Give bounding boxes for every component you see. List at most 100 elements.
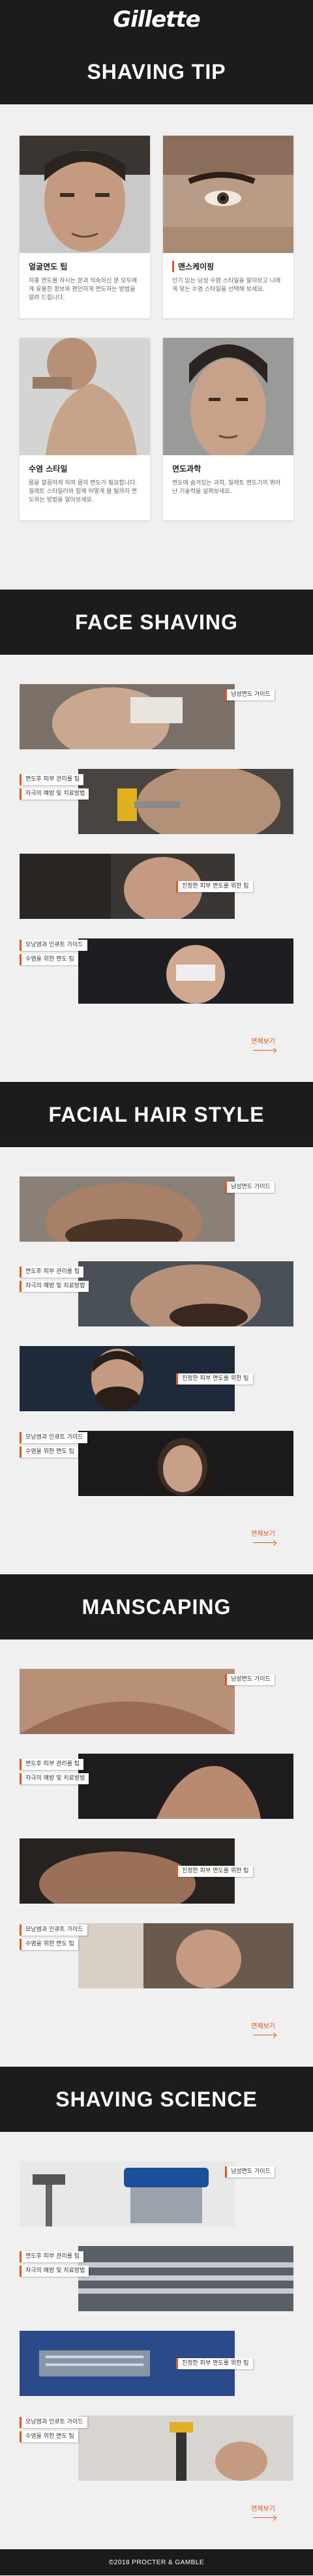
section-title: SHAVING TIP (87, 59, 226, 83)
tip-desc: 차홍 면도를 하시는 분과 익숙하신 분 모두에게 유용한 정보와 편안하게 면… (29, 278, 138, 301)
video-label: 면도후 피부 관리를 팁 (20, 774, 84, 785)
section-title: FACE SHAVING (75, 610, 238, 634)
video-thumbnail (78, 2246, 293, 2311)
video-thumbnail (78, 1261, 293, 1326)
tip-body: 수염 스타일 몸을 깔끔하게 하며 몸의 면도가 필요합니다. 질레트 스타일러… (20, 455, 150, 513)
video-item[interactable]: 진정한 피부 면도를 위한 팁 (0, 1346, 313, 1431)
man-portrait-image (163, 338, 293, 455)
shaving-arm-image (78, 1923, 293, 1988)
video-item[interactable]: 모낭염과 인큐트 가이드 수염을 위한 면도 팁 (0, 2416, 313, 2500)
arrow-right-icon (271, 1540, 277, 1546)
video-sublabel: 자극의 예방 및 치료방법 (20, 2266, 89, 2277)
video-item[interactable]: 진정한 피부 면도를 위한 팁 (0, 2331, 313, 2416)
arrow-right-icon (271, 1047, 277, 1054)
video-sublabel: 자극의 예방 및 치료방법 (20, 1773, 89, 1784)
razor-shaving-image (78, 769, 293, 834)
video-item[interactable]: 모낭염과 인큐트 가이드 수염을 위한 면도 팁 (0, 1923, 313, 2008)
video-sublabel: 수염을 위한 면도 팁 (20, 2431, 78, 2442)
video-item[interactable]: 면도후 피부 관리를 팁 자극의 예방 및 치료방법 (0, 769, 313, 854)
video-item[interactable]: 면도후 피부 관리를 팁 자극의 예방 및 치료방법 (0, 1261, 313, 1346)
chest-hair-image (20, 1669, 235, 1734)
video-item[interactable]: 모낭염과 인큐트 가이드 수염을 위한 면도 팁 (0, 1431, 313, 1516)
tip-body: 면도과학 면도에 숨겨있는 과학, 질레트 면도기의 뛰어난 기술력을 살펴보세… (163, 455, 293, 504)
tip-body: 얼굴면도 팁 차홍 면도를 하시는 분과 익숙하신 분 모두에게 유용한 정보와… (20, 253, 150, 310)
video-sublabel: 수염을 위한 면도 팁 (20, 1446, 78, 1458)
tip-desc: 면도에 숨겨있는 과학, 질레트 면도기의 뛰어난 기술력을 살펴보세요. (172, 480, 281, 495)
video-sublabel: 자극의 예방 및 치료방법 (20, 1281, 89, 1292)
video-label-text: 모낭염과 인큐트 가이드 (25, 942, 83, 948)
tip-card-manscaping[interactable]: 맨스케이핑 인기 있는 남성 수염 스타일을 알아보고 나에게 맞는 수염 스타… (163, 136, 293, 318)
video-thumbnail (20, 2161, 235, 2226)
video-item[interactable]: 남성면도 가이드 (0, 684, 313, 769)
video-label: 모낭염과 인큐트 가이드 (20, 1925, 87, 1936)
video-label: 모낭염과 인큐트 가이드 (20, 2417, 87, 2428)
section-title: SHAVING SCIENCE (55, 2087, 258, 2111)
man-face-image (20, 136, 150, 253)
view-all-link[interactable]: 면체보기 (251, 1528, 275, 1538)
torso-image (78, 1754, 293, 1819)
man-torso-image (20, 338, 150, 455)
beard-grooming-image (78, 1261, 293, 1326)
gillette-logo[interactable]: Gillette (113, 7, 200, 33)
tip-card-face-shaving[interactable]: 얼굴면도 팁 차홍 면도를 하시는 분과 익숙하신 분 모두에게 유용한 정보와… (20, 136, 150, 318)
video-label: 남성면도 가이드 (225, 2166, 275, 2178)
video-sublabel-text: 수염을 위한 면도 팁 (25, 1941, 74, 1947)
site-footer: ©2018 PROCTER & GAMBLE (0, 2549, 313, 2575)
tip-title: 얼굴면도 팁 (29, 262, 68, 271)
site-header: Gillette (0, 0, 313, 39)
view-all-link[interactable]: 면체보기 (251, 2020, 275, 2030)
tip-card-beard-style[interactable]: 수염 스타일 몸을 깔끔하게 하며 몸의 면도가 필요합니다. 질레트 스타일러… (20, 338, 150, 520)
video-sublabel: 수염을 위한 면도 팁 (20, 954, 78, 965)
video-sublabel-text: 자극의 예방 및 치료방법 (25, 2268, 85, 2274)
man-eye-image (163, 136, 293, 253)
video-label-text: 면도후 피부 관리를 팁 (25, 1268, 80, 1275)
tip-body: 맨스케이핑 인기 있는 남성 수염 스타일을 알아보고 나에게 맞는 수염 스타… (163, 253, 293, 302)
video-sublabel: 자극의 예방 및 치료방법 (20, 788, 89, 800)
blades-image (78, 2246, 293, 2311)
video-label-text: 모낭염과 인큐트 가이드 (25, 2419, 83, 2425)
video-label: 모낭염과 인큐트 가이드 (20, 940, 87, 951)
video-label: 모낭염과 인큐트 가이드 (20, 1432, 87, 1443)
video-thumbnail (78, 938, 293, 1004)
view-all-link[interactable]: 면체보기 (251, 2503, 275, 2513)
video-item[interactable]: 면도후 피부 관리를 팁 자극의 예방 및 치료방법 (0, 1754, 313, 1838)
video-sublabel-text: 자극의 예방 및 치료방법 (25, 1775, 85, 1782)
shaving-tip-heading: SHAVING TIP (0, 39, 313, 104)
manscaping-videos: 남성면도 가이드 면도후 피부 관리를 팁 자극의 예방 및 치료방법 진정한 … (0, 1640, 313, 2067)
video-item[interactable]: 남성면도 가이드 (0, 2161, 313, 2246)
tip-image (20, 338, 150, 455)
facial-hair-videos: 남성면도 가이드 면도후 피부 관리를 팁 자극의 예방 및 치료방법 진정한 … (0, 1147, 313, 1574)
tip-image (163, 338, 293, 455)
video-label-text: 면도후 피부 관리를 팁 (25, 776, 80, 783)
video-label: 진정한 피부 면도를 위한 팁 (176, 1373, 253, 1385)
video-item[interactable]: 모낭염과 인큐트 가이드 수염을 위한 면도 팁 (0, 938, 313, 1023)
video-label-text: 모낭염과 인큐트 가이드 (25, 1926, 83, 1933)
shaving-science-heading: SHAVING SCIENCE (0, 2067, 313, 2132)
view-all-link[interactable]: 면체보기 (251, 1036, 275, 1045)
video-item[interactable]: 남성면도 가이드 (0, 1176, 313, 1261)
manscaping-heading: MANSCAPING (0, 1574, 313, 1640)
section-title: FACIAL HAIR STYLE (48, 1102, 265, 1126)
shaving-face-image (20, 684, 235, 749)
tip-image (163, 136, 293, 253)
video-label: 면도후 피부 관리를 팁 (20, 1759, 84, 1770)
video-label-text: 면도후 피부 관리를 팁 (25, 2253, 80, 2260)
video-item[interactable]: 남성면도 가이드 (0, 1669, 313, 1754)
video-label: 진정한 피부 면도를 위한 팁 (176, 2358, 253, 2369)
beard-closeup-image (20, 1176, 235, 1242)
video-item[interactable]: 진정한 피부 면도를 위한 팁 (0, 854, 313, 938)
tip-card-shaving-science[interactable]: 면도과학 면도에 숨겨있는 과학, 질레트 면도기의 뛰어난 기술력을 살펴보세… (163, 338, 293, 520)
tip-image (20, 136, 150, 253)
video-thumbnail (78, 1431, 293, 1496)
tip-grid: 얼굴면도 팁 차홍 면도를 하시는 분과 익숙하신 분 모두에게 유용한 정보와… (0, 104, 313, 590)
arrow-right-icon (271, 2515, 277, 2521)
razor-hand-image (78, 2416, 293, 2481)
video-sublabel-text: 자극의 예방 및 치료방법 (25, 790, 85, 797)
video-sublabel-text: 수염을 위한 면도 팁 (25, 1448, 74, 1455)
shaving-science-videos: 남성면도 가이드 면도후 피부 관리를 팁 자극의 예방 및 치료방법 진정한 … (0, 2132, 313, 2549)
video-item[interactable]: 진정한 피부 면도를 위한 팁 (0, 1838, 313, 1923)
section-title: MANSCAPING (82, 1595, 231, 1619)
tip-title: 면도과학 (172, 464, 201, 473)
video-item[interactable]: 면도후 피부 관리를 팁 자극의 예방 및 치료방법 (0, 2246, 313, 2331)
video-sublabel-text: 자극의 예방 및 치료방법 (25, 1283, 85, 1289)
